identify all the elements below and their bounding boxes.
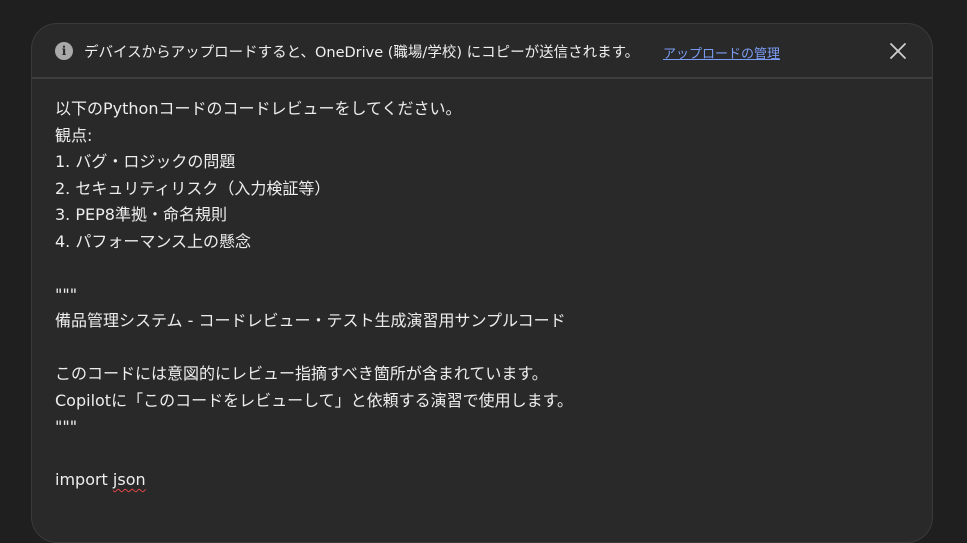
prompt-line: 1. バグ・ロジックの問題 <box>55 152 236 171</box>
prompt-line: 2. セキュリティリスク（入力検証等） <box>55 178 331 198</box>
prompt-text-area[interactable]: 以下のPythonコードのコードレビューをしてください。 観点: 1. バグ・ロ… <box>55 96 905 494</box>
prompt-line <box>55 335 905 362</box>
prompt-line: """ <box>55 284 78 304</box>
manage-uploads-link[interactable]: アップロードの管理 <box>663 43 780 62</box>
close-icon[interactable] <box>887 40 909 62</box>
prompt-line: """ <box>55 417 78 436</box>
info-icon: i <box>55 42 73 60</box>
upload-notice-bar: i デバイスからアップロードすると、OneDrive (職場/学校) にコピーが… <box>32 24 932 79</box>
prompt-line: Copilotに「このコードをレビューして」と依頼する演習で使用します。 <box>55 390 573 410</box>
prompt-line: 観点: <box>55 125 93 145</box>
import-module: json <box>112 470 146 489</box>
prompt-line: このコードには意図的にレビュー指摘すべき箇所が含まれています。 <box>55 364 548 383</box>
upload-dialog: i デバイスからアップロードすると、OneDrive (職場/学校) にコピーが… <box>31 23 933 543</box>
prompt-line <box>55 255 905 282</box>
import-keyword: import <box>55 470 108 489</box>
prompt-line: 3. PEP8準拠・命名規則 <box>55 205 227 224</box>
notice-text: デバイスからアップロードすると、OneDrive (職場/学校) にコピーが送信… <box>84 45 640 61</box>
prompt-line <box>55 441 905 468</box>
prompt-line: 備品管理システム - コードレビュー・テスト生成演習用サンプルコード <box>55 311 566 330</box>
prompt-line: 以下のPythonコードのコードレビューをしてください。 <box>55 99 462 118</box>
prompt-line: 4. パフォーマンス上の懸念 <box>55 231 252 251</box>
import-line: import json <box>55 467 905 494</box>
